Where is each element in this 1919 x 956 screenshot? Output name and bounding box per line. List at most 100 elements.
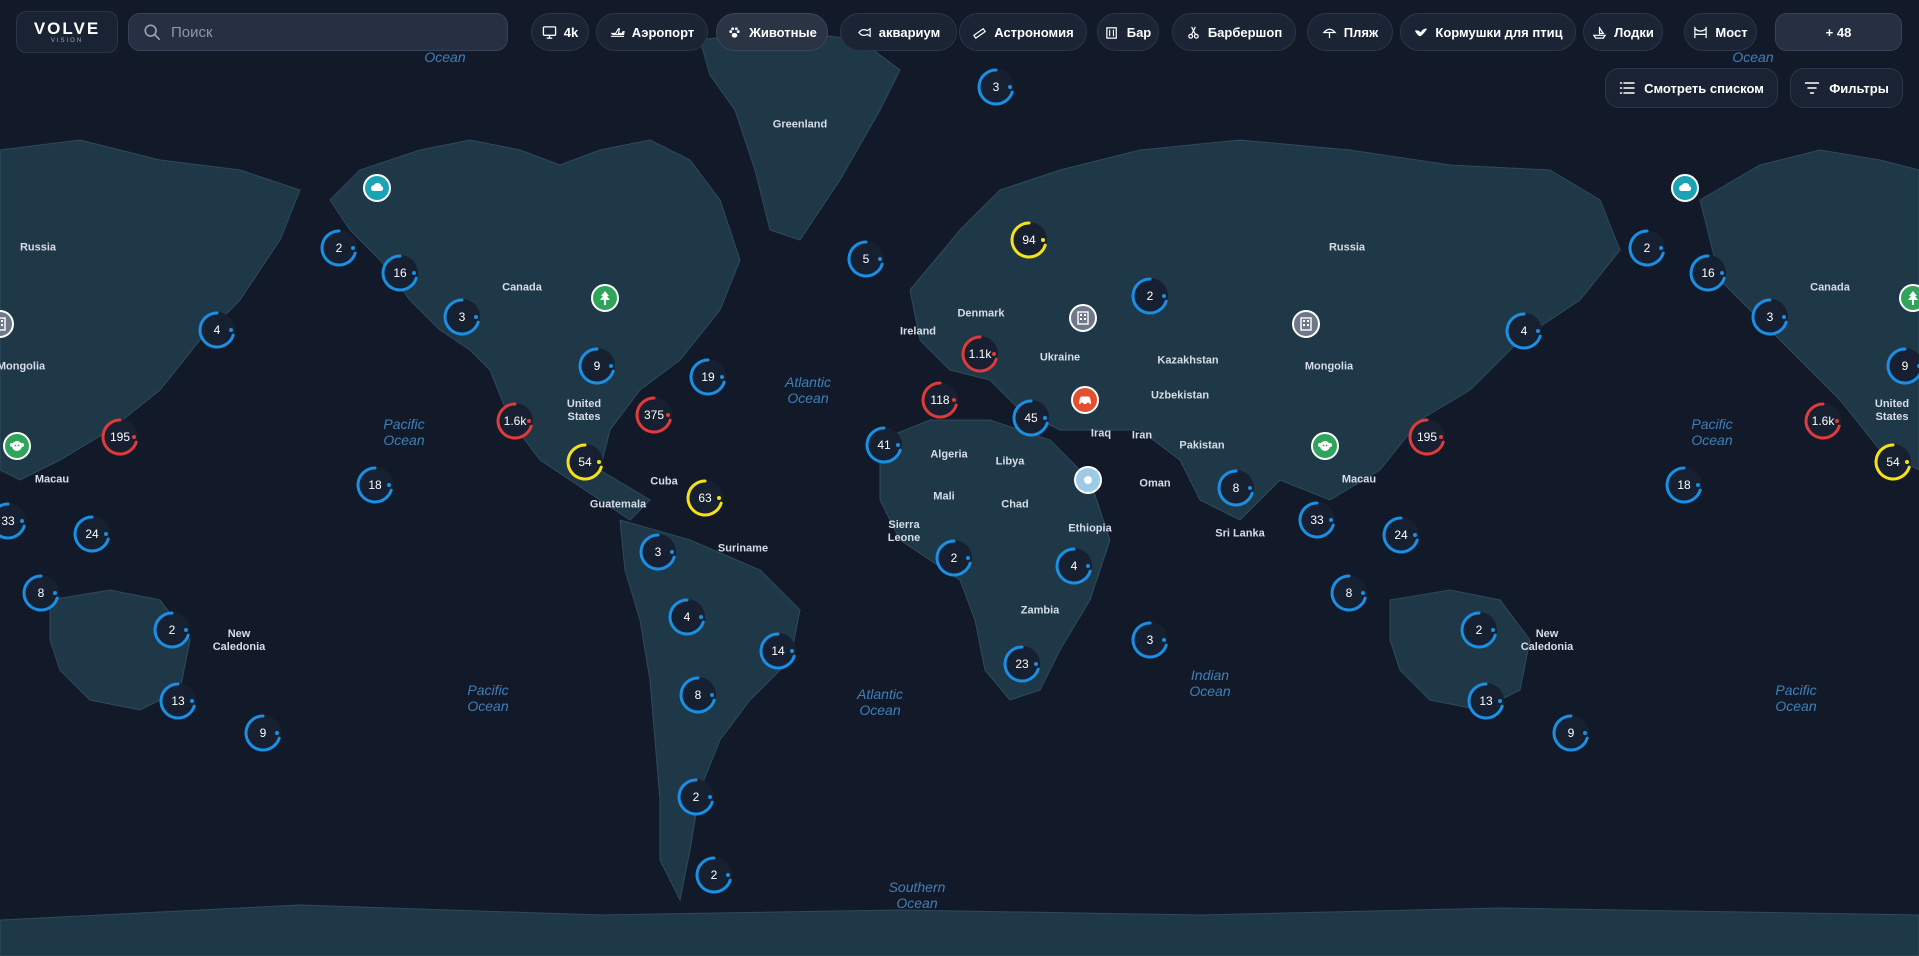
cluster-count: 33 <box>1 514 15 528</box>
building-icon <box>1077 311 1089 325</box>
camera-cluster-marker[interactable]: 2 <box>319 228 359 268</box>
camera-cluster-marker[interactable]: 18 <box>355 465 395 505</box>
cluster-count: 2 <box>692 790 700 804</box>
camera-cluster-marker[interactable]: 16 <box>380 253 420 293</box>
category-chip[interactable]: Мост <box>1684 13 1757 51</box>
camera-cluster-marker[interactable]: 4 <box>1504 311 1544 351</box>
camera-cluster-marker[interactable]: 41 <box>864 425 904 465</box>
cluster-count: 5 <box>862 252 870 266</box>
category-chip[interactable]: Астрономия <box>959 13 1087 51</box>
camera-cluster-marker[interactable]: 4 <box>667 597 707 637</box>
camera-cluster-marker[interactable]: 8 <box>1329 573 1369 613</box>
camera-cluster-marker[interactable]: 3 <box>442 297 482 337</box>
camera-cluster-marker[interactable]: 13 <box>1466 681 1506 721</box>
category-chip[interactable]: Кормушки для птиц <box>1400 13 1576 51</box>
camera-cluster-marker[interactable]: 24 <box>72 514 112 554</box>
camera-cluster-marker[interactable]: 33 <box>0 501 28 541</box>
camera-cluster-marker[interactable]: 16 <box>1688 253 1728 293</box>
camera-pin-monkey[interactable] <box>1311 432 1339 460</box>
camera-cluster-marker[interactable]: 8 <box>21 573 61 613</box>
filters-button[interactable]: Фильтры <box>1790 68 1903 108</box>
cluster-count: 118 <box>930 393 950 407</box>
category-chip[interactable]: Животные <box>716 13 828 51</box>
cluster-count: 9 <box>1901 359 1909 373</box>
cluster-count: 16 <box>393 266 407 280</box>
camera-cluster-marker[interactable]: 2 <box>1459 610 1499 650</box>
camera-cluster-marker[interactable]: 4 <box>1054 546 1094 586</box>
camera-pin-tree[interactable] <box>591 284 619 312</box>
camera-cluster-marker[interactable]: 118 <box>920 380 960 420</box>
camera-pin-tree[interactable] <box>1899 284 1919 312</box>
more-categories-button[interactable]: + 48 <box>1775 13 1902 51</box>
camera-cluster-marker[interactable]: 2 <box>152 610 192 650</box>
search-box[interactable] <box>128 13 508 51</box>
camera-cluster-marker[interactable]: 2 <box>694 855 734 895</box>
camera-pin-cloud[interactable] <box>363 174 391 202</box>
cluster-count: 33 <box>1310 513 1324 527</box>
cluster-count: 4 <box>683 610 691 624</box>
search-input[interactable] <box>169 22 493 42</box>
camera-pin-dot[interactable] <box>1074 466 1102 494</box>
camera-cluster-marker[interactable]: 195 <box>1407 417 1447 457</box>
building-icon <box>0 317 6 331</box>
world-map[interactable] <box>0 0 1919 956</box>
cluster-count: 1.6k <box>1811 414 1835 428</box>
cluster-count: 3 <box>654 545 662 559</box>
category-chip[interactable]: Барбершоп <box>1172 13 1296 51</box>
category-chip[interactable]: Аэропорт <box>596 13 708 51</box>
filters-label: Фильтры <box>1829 80 1889 96</box>
camera-cluster-marker[interactable]: 23 <box>1002 644 1042 684</box>
camera-cluster-marker[interactable]: 3 <box>1130 620 1170 660</box>
camera-cluster-marker[interactable]: 19 <box>688 357 728 397</box>
camera-cluster-marker[interactable]: 9 <box>577 346 617 386</box>
camera-cluster-marker[interactable]: 24 <box>1381 515 1421 555</box>
cluster-count: 94 <box>1022 233 1036 247</box>
category-chip[interactable]: Пляж <box>1307 13 1393 51</box>
camera-cluster-marker[interactable]: 8 <box>678 675 718 715</box>
camera-cluster-marker[interactable]: 4 <box>197 310 237 350</box>
category-chip[interactable]: Бар <box>1097 13 1159 51</box>
camera-pin-building[interactable] <box>1292 310 1320 338</box>
camera-cluster-marker[interactable]: 3 <box>638 532 678 572</box>
cluster-count: 1.1k <box>968 347 992 361</box>
camera-cluster-marker[interactable]: 63 <box>685 478 725 518</box>
camera-cluster-marker[interactable]: 2 <box>934 538 974 578</box>
brand-tagline: VISION <box>50 37 84 44</box>
list-view-button[interactable]: Смотреть списком <box>1605 68 1778 108</box>
camera-pin-cloud[interactable] <box>1671 174 1699 202</box>
category-chip[interactable]: Лодки <box>1583 13 1663 51</box>
cluster-count: 4 <box>1520 324 1528 338</box>
camera-cluster-marker[interactable]: 2 <box>676 777 716 817</box>
camera-cluster-marker[interactable]: 9 <box>1885 346 1919 386</box>
camera-cluster-marker[interactable]: 3 <box>1750 297 1790 337</box>
camera-cluster-marker[interactable]: 9 <box>1551 713 1591 753</box>
camera-cluster-marker[interactable]: 1.6k <box>1803 401 1843 441</box>
camera-cluster-marker[interactable]: 2 <box>1627 228 1667 268</box>
camera-cluster-marker[interactable]: 5 <box>846 239 886 279</box>
camera-cluster-marker[interactable]: 33 <box>1297 500 1337 540</box>
camera-cluster-marker[interactable]: 45 <box>1011 398 1051 438</box>
camera-cluster-marker[interactable]: 3 <box>976 67 1016 107</box>
brand-logo[interactable]: VOLVE VISION <box>16 11 118 53</box>
cluster-count: 8 <box>1345 586 1353 600</box>
camera-cluster-marker[interactable]: 195 <box>100 417 140 457</box>
category-chip[interactable]: аквариум <box>840 13 957 51</box>
camera-cluster-marker[interactable]: 54 <box>565 442 605 482</box>
camera-cluster-marker[interactable]: 1.6k <box>495 401 535 441</box>
camera-cluster-marker[interactable]: 54 <box>1873 442 1913 482</box>
camera-cluster-marker[interactable]: 14 <box>758 631 798 671</box>
camera-cluster-marker[interactable]: 2 <box>1130 276 1170 316</box>
camera-cluster-marker[interactable]: 13 <box>158 681 198 721</box>
camera-pin-building[interactable] <box>1069 304 1097 332</box>
camera-cluster-marker[interactable]: 1.1k <box>960 334 1000 374</box>
camera-cluster-marker[interactable]: 375 <box>634 395 674 435</box>
camera-cluster-marker[interactable]: 8 <box>1216 468 1256 508</box>
camera-pin-car[interactable] <box>1071 386 1099 414</box>
list-icon <box>1619 82 1635 94</box>
monkey-icon <box>10 441 24 451</box>
camera-cluster-marker[interactable]: 94 <box>1009 220 1049 260</box>
camera-cluster-marker[interactable]: 18 <box>1664 465 1704 505</box>
category-chip[interactable]: 4k <box>531 13 589 51</box>
camera-cluster-marker[interactable]: 9 <box>243 713 283 753</box>
camera-pin-monkey[interactable] <box>3 432 31 460</box>
